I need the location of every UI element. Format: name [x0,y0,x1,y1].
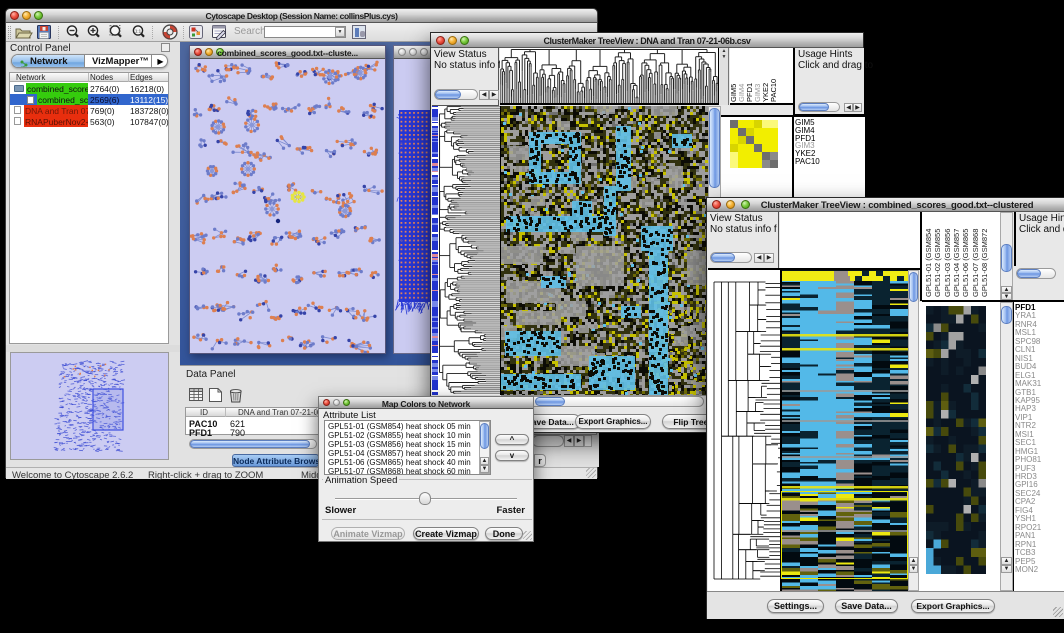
svg-text:1:1: 1:1 [135,29,142,34]
